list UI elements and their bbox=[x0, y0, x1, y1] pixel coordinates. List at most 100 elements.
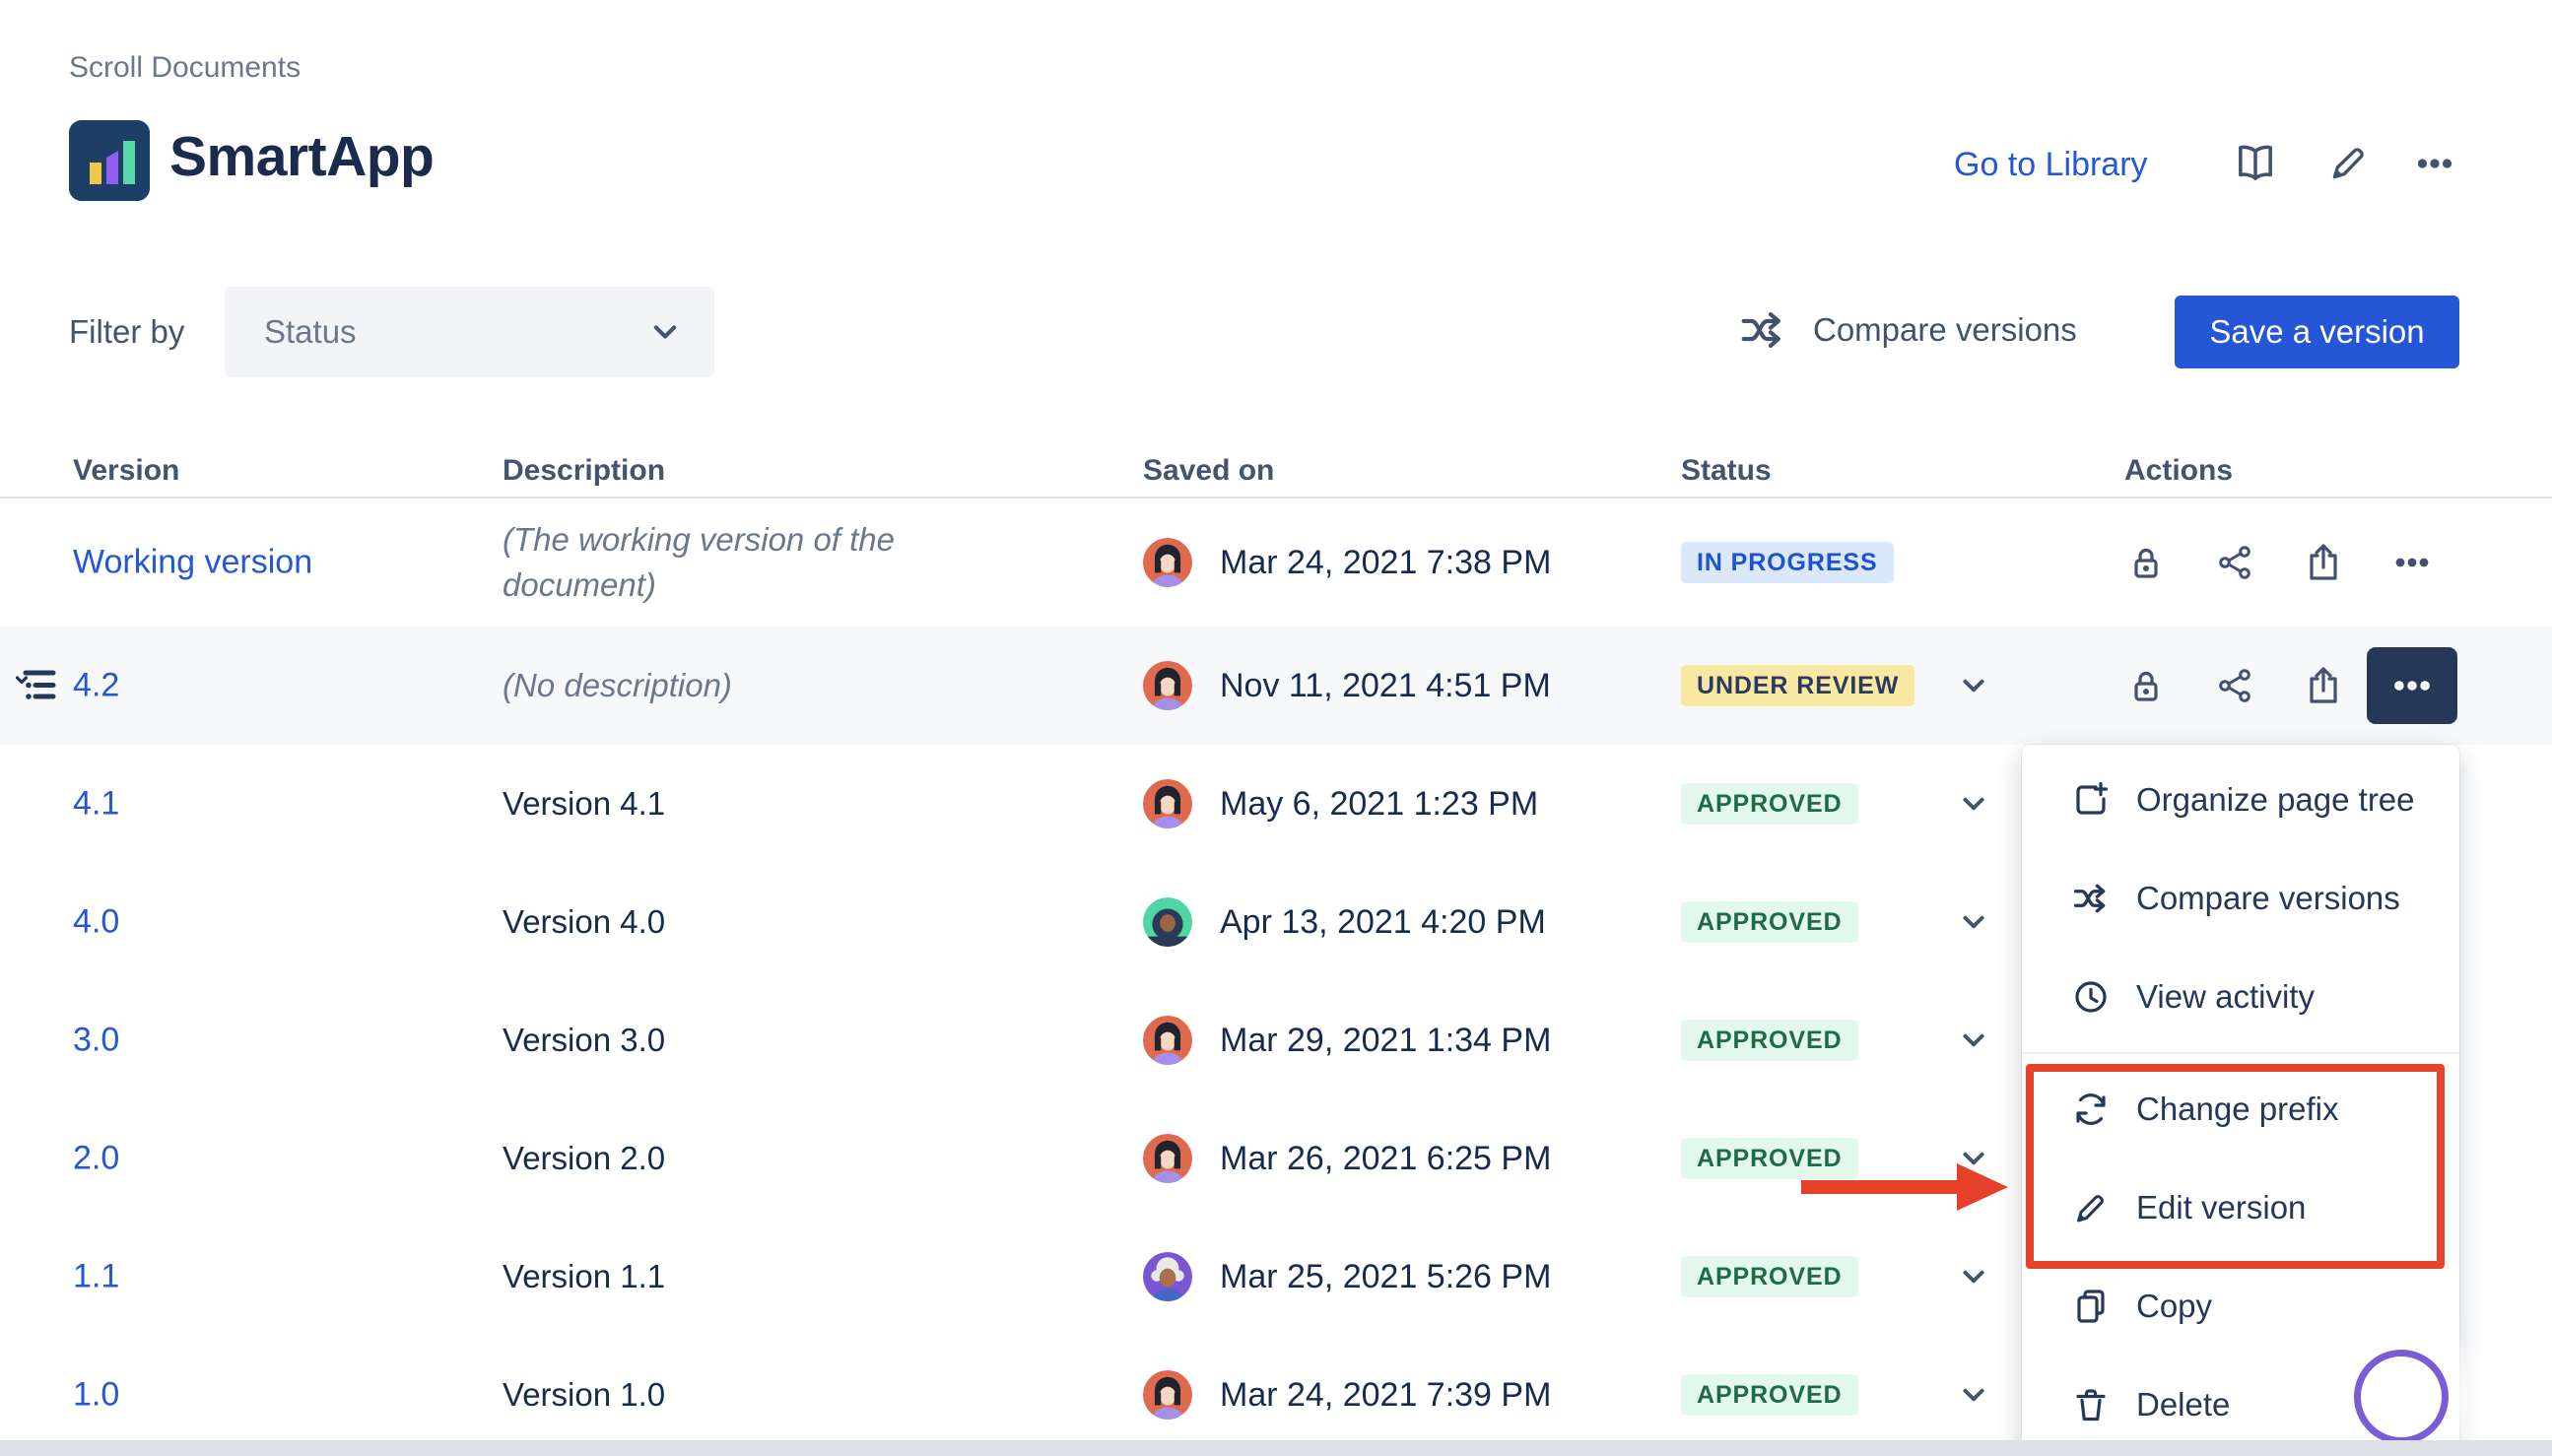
version-link[interactable]: 4.2 bbox=[73, 667, 119, 705]
column-header-actions: Actions bbox=[2124, 454, 2233, 488]
menu-item-label: Compare versions bbox=[2136, 880, 2400, 917]
column-header-version: Version bbox=[73, 454, 179, 488]
version-link[interactable]: 1.0 bbox=[73, 1376, 119, 1415]
more-icon[interactable] bbox=[2367, 647, 2457, 724]
status-cell: IN PROGRESS bbox=[1681, 542, 1894, 583]
status-chevron-icon[interactable] bbox=[1959, 1026, 1988, 1055]
status-badge: APPROVED bbox=[1681, 1138, 1858, 1179]
export-icon[interactable] bbox=[2302, 541, 2345, 584]
saved-date: Apr 13, 2021 4:20 PM bbox=[1220, 903, 1546, 942]
version-link[interactable]: 2.0 bbox=[73, 1140, 119, 1178]
compare-icon bbox=[1738, 305, 1787, 355]
status-filter-dropdown[interactable]: Status bbox=[225, 287, 714, 377]
version-link[interactable]: 4.0 bbox=[73, 903, 119, 942]
status-chevron-icon[interactable] bbox=[1959, 671, 1988, 700]
column-header-status: Status bbox=[1681, 454, 1772, 488]
saved-date: Mar 24, 2021 7:39 PM bbox=[1220, 1376, 1551, 1415]
status-badge: APPROVED bbox=[1681, 1374, 1858, 1416]
status-chevron-icon[interactable] bbox=[1959, 907, 1988, 937]
status-badge: APPROVED bbox=[1681, 783, 1858, 825]
chevron-down-icon bbox=[649, 316, 681, 348]
status-cell: APPROVED bbox=[1681, 1256, 1858, 1297]
save-a-version-button[interactable]: Save a version bbox=[2175, 296, 2459, 368]
column-header-saved-on: Saved on bbox=[1143, 454, 1274, 488]
status-badge: APPROVED bbox=[1681, 901, 1858, 943]
bar-chart-logo-icon bbox=[69, 120, 150, 201]
export-icon[interactable] bbox=[2302, 664, 2345, 707]
saved-on-cell: Mar 26, 2021 6:25 PM bbox=[1143, 1134, 1551, 1183]
status-badge: UNDER REVIEW bbox=[1681, 665, 1914, 706]
go-to-library-link[interactable]: Go to Library bbox=[1954, 146, 2148, 184]
column-header-description: Description bbox=[503, 454, 665, 488]
status-chevron-icon[interactable] bbox=[1959, 1262, 1988, 1291]
menu-item-label: Edit version bbox=[2136, 1189, 2306, 1226]
more-icon[interactable] bbox=[2390, 541, 2434, 584]
status-cell: UNDER REVIEW bbox=[1681, 665, 1914, 706]
menu-item-copy[interactable]: Copy bbox=[2022, 1257, 2459, 1356]
version-link[interactable]: Working version bbox=[73, 544, 312, 582]
version-description: Version 1.0 bbox=[503, 1372, 1104, 1418]
pointer-arrow-head bbox=[1957, 1163, 2008, 1211]
edit-icon bbox=[2071, 1188, 2111, 1227]
version-description: (The working version of the document) bbox=[503, 517, 975, 608]
status-chevron-icon[interactable] bbox=[1959, 1380, 1988, 1410]
menu-divider bbox=[2022, 1052, 2459, 1054]
menu-item-organize-page-tree[interactable]: Organize page tree bbox=[2022, 751, 2459, 849]
status-cell: APPROVED bbox=[1681, 1374, 1858, 1416]
pencil-icon[interactable] bbox=[2325, 141, 2371, 186]
lock-icon[interactable] bbox=[2124, 664, 2168, 707]
version-description: Version 3.0 bbox=[503, 1018, 1104, 1063]
book-icon[interactable] bbox=[2233, 141, 2278, 186]
saved-on-cell: Mar 24, 2021 7:38 PM bbox=[1143, 538, 1551, 587]
trash-icon bbox=[2071, 1385, 2111, 1424]
saved-on-cell: Apr 13, 2021 4:20 PM bbox=[1143, 897, 1546, 947]
status-cell: APPROVED bbox=[1681, 1020, 1858, 1061]
version-link[interactable]: 3.0 bbox=[73, 1022, 119, 1060]
saved-date: Mar 24, 2021 7:38 PM bbox=[1220, 544, 1551, 582]
page-title: SmartApp bbox=[169, 124, 434, 189]
avatar bbox=[1143, 897, 1192, 947]
avatar bbox=[1143, 1370, 1192, 1420]
version-description: Version 4.0 bbox=[503, 899, 1104, 945]
avatar bbox=[1143, 1016, 1192, 1065]
saved-date: Mar 25, 2021 5:26 PM bbox=[1220, 1258, 1551, 1296]
menu-item-label: Delete bbox=[2136, 1386, 2230, 1423]
click-indicator-ring bbox=[2354, 1350, 2449, 1444]
share-icon[interactable] bbox=[2213, 541, 2256, 584]
pointer-arrow bbox=[1801, 1180, 1961, 1194]
compare-icon bbox=[2071, 879, 2111, 918]
saved-date: May 6, 2021 1:23 PM bbox=[1220, 785, 1538, 824]
saved-date: Mar 26, 2021 6:25 PM bbox=[1220, 1140, 1551, 1178]
share-icon[interactable] bbox=[2213, 664, 2256, 707]
menu-item-label: View activity bbox=[2136, 978, 2315, 1016]
refresh-icon bbox=[2071, 1090, 2111, 1129]
menu-item-change-prefix[interactable]: Change prefix bbox=[2022, 1060, 2459, 1158]
menu-item-edit-version[interactable]: Edit version bbox=[2022, 1158, 2459, 1257]
avatar bbox=[1143, 779, 1192, 828]
status-badge: APPROVED bbox=[1681, 1256, 1858, 1297]
lock-icon[interactable] bbox=[2124, 541, 2168, 584]
status-cell: APPROVED bbox=[1681, 901, 1858, 943]
version-description: (No description) bbox=[503, 663, 1104, 708]
version-link[interactable]: 4.1 bbox=[73, 785, 119, 824]
more-icon[interactable] bbox=[2412, 141, 2457, 186]
scroll-documents-page: Scroll Documents SmartApp Go to Library … bbox=[0, 0, 2552, 1456]
breadcrumb[interactable]: Scroll Documents bbox=[69, 51, 301, 85]
status-chevron-icon[interactable] bbox=[1959, 789, 1988, 819]
avatar bbox=[1143, 661, 1192, 710]
menu-item-label: Change prefix bbox=[2136, 1091, 2338, 1128]
version-description: Version 1.1 bbox=[503, 1254, 1104, 1299]
avatar bbox=[1143, 1134, 1192, 1183]
menu-item-compare-versions[interactable]: Compare versions bbox=[2022, 849, 2459, 948]
compare-versions-button[interactable]: Compare versions bbox=[1738, 305, 2077, 355]
menu-item-view-activity[interactable]: View activity bbox=[2022, 948, 2459, 1046]
row-actions bbox=[2124, 664, 2434, 707]
status-badge: IN PROGRESS bbox=[1681, 542, 1894, 583]
version-tree-icon[interactable] bbox=[14, 663, 59, 708]
status-cell: APPROVED bbox=[1681, 1138, 1858, 1179]
menu-item-label: Copy bbox=[2136, 1288, 2212, 1325]
version-link[interactable]: 1.1 bbox=[73, 1258, 119, 1296]
status-cell: APPROVED bbox=[1681, 783, 1858, 825]
clock-icon bbox=[2071, 977, 2111, 1017]
bottom-scrollbar-track bbox=[0, 1440, 2552, 1456]
